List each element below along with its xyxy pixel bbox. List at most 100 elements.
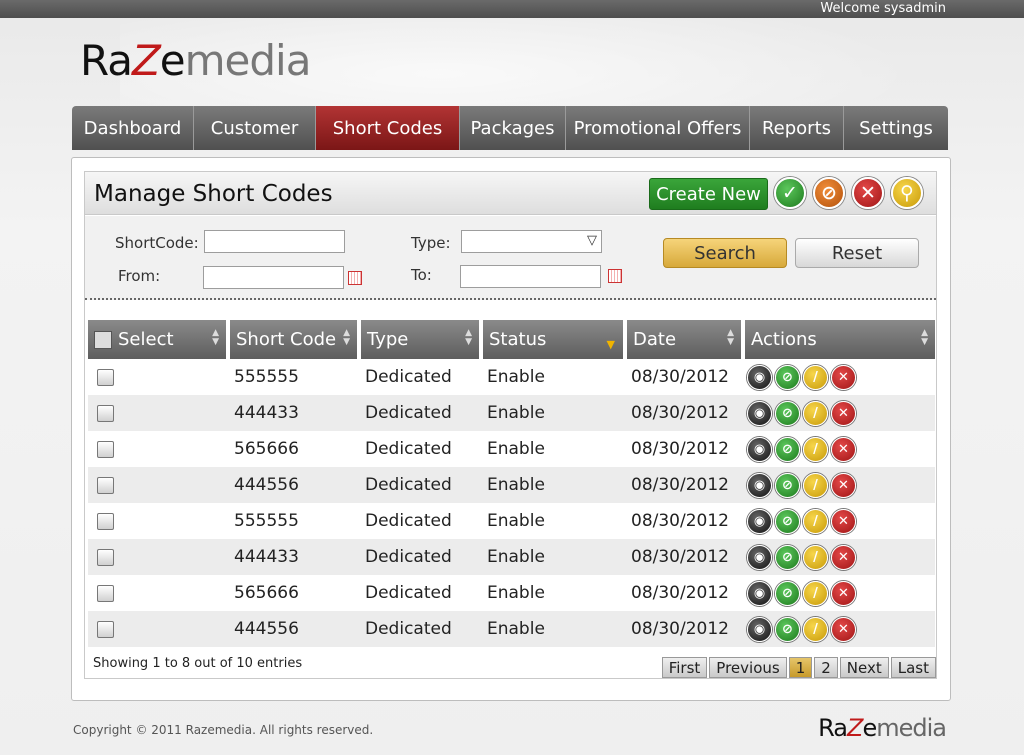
nav-promotional-offers[interactable]: Promotional Offers xyxy=(566,106,750,150)
select-cell xyxy=(88,539,228,575)
column-status[interactable]: Status ▼ xyxy=(481,320,627,359)
column-select[interactable]: Select ▲ ▼ xyxy=(88,320,230,359)
search-icon[interactable]: ⚲ xyxy=(891,177,923,209)
edit-icon[interactable]: / xyxy=(803,616,828,642)
page-2-button[interactable]: 2 xyxy=(814,657,838,678)
view-icon[interactable]: ◉ xyxy=(747,364,772,390)
last-page-button[interactable]: Last xyxy=(890,657,936,678)
edit-icon[interactable]: / xyxy=(803,400,828,426)
shortcode-label: ShortCode: xyxy=(115,234,199,252)
disable-icon[interactable]: ⊘ xyxy=(775,580,800,606)
next-page-button[interactable]: Next xyxy=(839,657,889,678)
row-checkbox[interactable] xyxy=(97,476,114,494)
welcome-text: Welcome sysadmin xyxy=(820,1,946,16)
select-cell xyxy=(88,359,228,395)
delete-icon[interactable]: ✕ xyxy=(831,472,856,498)
view-icon[interactable]: ◉ xyxy=(747,436,772,462)
sort-icon[interactable]: ▲ ▼ xyxy=(921,329,928,347)
disable-icon[interactable]: ⊘ xyxy=(775,544,800,570)
x-icon[interactable]: ✕ xyxy=(852,177,884,209)
column-date[interactable]: Date ▲ ▼ xyxy=(625,320,745,359)
disable-icon[interactable]: ⊘ xyxy=(775,364,800,390)
row-checkbox[interactable] xyxy=(97,404,114,422)
row-checkbox[interactable] xyxy=(97,440,114,458)
column-short-code[interactable]: Short Code ▲ ▼ xyxy=(228,320,361,359)
column-actions[interactable]: Actions ▲ ▼ xyxy=(743,320,935,359)
view-icon[interactable]: ◉ xyxy=(747,580,772,606)
view-icon[interactable]: ◉ xyxy=(747,544,772,570)
type-cell: Dedicated xyxy=(359,539,481,575)
view-icon[interactable]: ◉ xyxy=(747,508,772,534)
panel-header: Manage Short Codes Create New ✓ ⊘ ✕ ⚲ xyxy=(85,172,936,215)
row-checkbox[interactable] xyxy=(97,584,114,602)
table-row: 565666 Dedicated Enable 08/30/2012 ◉ ⊘ / ✕ xyxy=(88,431,935,467)
nav-dashboard[interactable]: Dashboard xyxy=(72,106,194,150)
create-new-button[interactable]: Create New xyxy=(649,178,768,210)
select-cell xyxy=(88,503,228,539)
view-icon[interactable]: ◉ xyxy=(747,472,772,498)
column-type[interactable]: Type ▲ ▼ xyxy=(359,320,483,359)
shortcode-input[interactable] xyxy=(204,230,345,253)
row-checkbox[interactable] xyxy=(97,512,114,530)
edit-icon[interactable]: / xyxy=(803,544,828,570)
select-cell xyxy=(88,575,228,611)
check-icon[interactable]: ✓ xyxy=(774,177,806,209)
sort-icon[interactable]: ▲ ▼ xyxy=(727,329,734,347)
status-cell: Enable xyxy=(481,395,625,431)
row-checkbox[interactable] xyxy=(97,368,114,386)
edit-icon[interactable]: / xyxy=(803,436,828,462)
nav-customer[interactable]: Customer xyxy=(194,106,316,150)
sort-desc-icon[interactable]: ▼ xyxy=(607,338,615,351)
status-cell: Enable xyxy=(481,611,625,647)
delete-icon[interactable]: ✕ xyxy=(831,580,856,606)
delete-icon[interactable]: ✕ xyxy=(831,508,856,534)
delete-icon[interactable]: ✕ xyxy=(831,400,856,426)
edit-icon[interactable]: / xyxy=(803,472,828,498)
sort-icon[interactable]: ▲ ▼ xyxy=(465,329,472,347)
disable-icon[interactable]: ⊘ xyxy=(775,400,800,426)
status-cell: Enable xyxy=(481,539,625,575)
edit-icon[interactable]: / xyxy=(803,508,828,534)
search-button[interactable]: Search xyxy=(663,238,787,268)
table-row: 444556 Dedicated Enable 08/30/2012 ◉ ⊘ / ✕ xyxy=(88,467,935,503)
type-select[interactable]: ▽ xyxy=(461,230,602,253)
nav-reports[interactable]: Reports xyxy=(750,106,844,150)
footer-logo: RaZemedia xyxy=(818,714,947,742)
type-cell: Dedicated xyxy=(365,511,452,531)
sort-icon[interactable]: ▲ ▼ xyxy=(212,329,219,347)
actions-cell: ◉ ⊘ / ✕ xyxy=(743,359,935,395)
disable-icon[interactable]: ⊘ xyxy=(775,436,800,462)
disable-icon[interactable]: ⊘ xyxy=(775,508,800,534)
nav-packages[interactable]: Packages xyxy=(460,106,566,150)
reset-button[interactable]: Reset xyxy=(795,238,919,268)
row-checkbox[interactable] xyxy=(97,548,114,566)
view-icon[interactable]: ◉ xyxy=(747,616,772,642)
delete-icon[interactable]: ✕ xyxy=(831,364,856,390)
from-date-input[interactable] xyxy=(203,266,344,289)
delete-icon[interactable]: ✕ xyxy=(831,616,856,642)
calendar-icon[interactable] xyxy=(348,271,362,285)
first-page-button[interactable]: First xyxy=(661,657,708,678)
block-icon[interactable]: ⊘ xyxy=(813,177,845,209)
nav-short-codes[interactable]: Short Codes xyxy=(316,106,460,150)
view-icon[interactable]: ◉ xyxy=(747,400,772,426)
sort-icon[interactable]: ▲ ▼ xyxy=(343,329,350,347)
disable-icon[interactable]: ⊘ xyxy=(775,616,800,642)
delete-icon[interactable]: ✕ xyxy=(831,436,856,462)
short-code-cell: 555555 xyxy=(234,367,299,387)
edit-icon[interactable]: / xyxy=(803,580,828,606)
select-all-checkbox[interactable] xyxy=(94,331,112,349)
to-date-input[interactable] xyxy=(460,265,601,288)
row-checkbox[interactable] xyxy=(97,620,114,638)
status-cell: Enable xyxy=(481,467,625,503)
calendar-icon[interactable] xyxy=(608,269,622,283)
nav-settings[interactable]: Settings xyxy=(844,106,948,150)
edit-icon[interactable]: / xyxy=(803,364,828,390)
delete-icon[interactable]: ✕ xyxy=(831,544,856,570)
previous-page-button[interactable]: Previous xyxy=(709,657,787,678)
razemedia-logo[interactable]: RaZemedia xyxy=(80,36,311,85)
page-1-button[interactable]: 1 xyxy=(788,657,813,678)
short-code-cell: 555555 xyxy=(234,511,299,531)
table-row: 444556 Dedicated Enable 08/30/2012 ◉ ⊘ / ✕ xyxy=(88,611,935,647)
disable-icon[interactable]: ⊘ xyxy=(775,472,800,498)
